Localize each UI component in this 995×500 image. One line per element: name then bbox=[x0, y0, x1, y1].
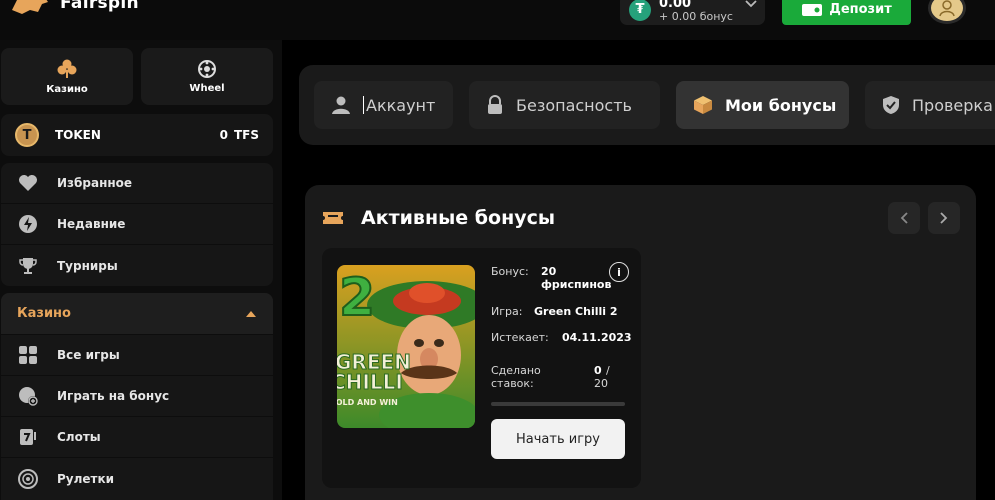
tab-verification-label: Проверка bbox=[912, 95, 993, 115]
tile-wheel[interactable]: Wheel bbox=[141, 48, 273, 105]
chevron-down-icon bbox=[745, 0, 757, 8]
game-label: Игра: bbox=[491, 305, 523, 318]
next-button[interactable] bbox=[928, 202, 960, 234]
heart-icon bbox=[17, 172, 39, 194]
sidebar-item-label: Недавние bbox=[57, 217, 126, 231]
text-cursor bbox=[363, 96, 364, 114]
info-icon[interactable]: i bbox=[609, 262, 629, 282]
bets-label-line1: Сделано bbox=[491, 364, 541, 377]
casino-section-toggle[interactable]: Казино bbox=[1, 293, 273, 335]
thumb-chilli: CHILLI bbox=[337, 370, 403, 394]
token-value: 0 TFS bbox=[220, 128, 259, 142]
tether-icon: ₮ bbox=[629, 0, 651, 21]
bonus-play-icon bbox=[17, 385, 39, 407]
lock-icon bbox=[488, 95, 502, 114]
tab-my-bonuses[interactable]: Мои бонусы bbox=[676, 81, 849, 129]
sidebar-item-label: Слоты bbox=[57, 430, 101, 444]
box-icon bbox=[694, 96, 712, 114]
green-chilli-artwork: 2 GREEN CHILLI HOLD AND WIN bbox=[337, 265, 475, 428]
wallet-icon bbox=[802, 3, 823, 16]
clover-icon bbox=[57, 59, 77, 78]
tile-wheel-label: Wheel bbox=[189, 83, 225, 94]
bonus-card: 2 GREEN CHILLI HOLD AND WIN Бонус: 20 фр… bbox=[322, 248, 641, 488]
tab-account-label: Аккаунт bbox=[366, 95, 436, 115]
chevron-left-icon bbox=[900, 212, 908, 224]
sidebar-item-label: Все игры bbox=[57, 348, 120, 362]
tab-my-bonuses-label: Мои бонусы bbox=[725, 95, 837, 115]
shield-icon bbox=[883, 96, 899, 114]
token-icon: T bbox=[15, 123, 39, 147]
roulette-icon bbox=[17, 468, 39, 490]
logo[interactable]: Fairspin bbox=[8, 0, 139, 16]
chevron-right-icon bbox=[940, 212, 948, 224]
tab-security-label: Безопасность bbox=[516, 95, 632, 115]
panel-header: Активные бонусы bbox=[322, 207, 555, 229]
top-header: Fairspin ₮ 0.00 + 0.00 бонус Депозит bbox=[0, 0, 995, 40]
casino-section-title: Казино bbox=[17, 306, 71, 321]
deposit-button[interactable]: Депозит bbox=[782, 0, 911, 25]
wager-progress-bar bbox=[491, 402, 625, 406]
slots-icon bbox=[17, 426, 39, 448]
sidebar-item-label: Рулетки bbox=[57, 471, 115, 486]
token-name: TOKEN bbox=[55, 128, 101, 142]
quick-links: Избранное Недавние Турниры bbox=[1, 163, 273, 286]
sidebar: Казино Wheel T TOKEN 0 TFS Избранное Неда… bbox=[0, 40, 282, 500]
grid-icon bbox=[17, 344, 39, 366]
wheel-icon bbox=[198, 60, 216, 78]
user-icon bbox=[332, 96, 350, 114]
token-balance[interactable]: T TOKEN 0 TFS bbox=[1, 114, 273, 156]
sidebar-item-slots[interactable]: Слоты bbox=[1, 417, 273, 458]
user-avatar-icon bbox=[939, 0, 955, 17]
game-value: Green Chilli 2 bbox=[534, 305, 618, 318]
balance-amount: 0.00 bbox=[659, 0, 692, 11]
deposit-label: Депозит bbox=[829, 2, 892, 17]
game-thumbnail[interactable]: 2 GREEN CHILLI HOLD AND WIN bbox=[337, 265, 475, 428]
start-game-button[interactable]: Начать игру bbox=[491, 419, 625, 459]
avatar[interactable] bbox=[928, 0, 966, 24]
balance-bonus: + 0.00 бонус bbox=[659, 9, 733, 23]
ticket-icon bbox=[323, 212, 343, 224]
prev-button[interactable] bbox=[888, 202, 920, 234]
trophy-icon bbox=[17, 255, 39, 277]
caret-up-icon bbox=[246, 310, 256, 317]
thumb-number: 2 bbox=[339, 268, 375, 328]
expires-value: 04.11.2023 bbox=[562, 331, 632, 344]
sidebar-item-label: Играть на бонус bbox=[57, 389, 170, 403]
panel-title: Активные бонусы bbox=[361, 207, 556, 229]
bets-total: 20 bbox=[594, 377, 608, 390]
bets-label-line2: ставок: bbox=[491, 377, 534, 390]
sidebar-item-tournaments[interactable]: Турниры bbox=[1, 245, 273, 286]
sidebar-item-roulette[interactable]: Рулетки bbox=[1, 458, 273, 499]
bonus-label: Бонус: bbox=[491, 265, 529, 278]
bets-separator: / bbox=[606, 364, 610, 377]
tab-security[interactable]: Безопасность bbox=[469, 81, 660, 129]
sidebar-item-recent[interactable]: Недавние bbox=[1, 204, 273, 245]
balance-selector[interactable]: ₮ 0.00 + 0.00 бонус bbox=[620, 0, 765, 25]
bonus-value-line1: 20 bbox=[541, 265, 557, 278]
tab-verification[interactable]: Проверка bbox=[865, 81, 995, 129]
sidebar-item-label: Турниры bbox=[57, 258, 118, 273]
tab-account[interactable]: Аккаунт bbox=[314, 81, 453, 129]
lion-logo-icon bbox=[12, 0, 48, 14]
active-bonuses-panel: Активные бонусы 2 GREEN CHILLI OLD AND W… bbox=[305, 185, 976, 500]
bonus-value-line2: фриспинов bbox=[541, 278, 612, 291]
sidebar-item-all-games[interactable]: Все игры bbox=[1, 335, 273, 376]
profile-tabs: Аккаунт Безопасность Мои бонусы Проверка bbox=[299, 65, 995, 145]
bets-done: 0 bbox=[594, 364, 602, 377]
token-amount: 0 bbox=[219, 128, 228, 142]
casino-section: Казино Все игры Играть на бонус Слоты Ру… bbox=[1, 293, 273, 500]
sidebar-item-bonus-play[interactable]: Играть на бонус bbox=[1, 376, 273, 417]
thumb-subtitle: HOLD AND WIN bbox=[337, 398, 398, 407]
bolt-icon bbox=[17, 213, 39, 235]
sidebar-item-label: Избранное bbox=[57, 176, 133, 190]
brand-name: Fairspin bbox=[60, 0, 139, 13]
sidebar-item-favorites[interactable]: Избранное bbox=[1, 163, 273, 204]
expires-label: Истекает: bbox=[491, 331, 549, 344]
tile-casino-label: Казино bbox=[46, 84, 88, 95]
token-unit: TFS bbox=[233, 128, 259, 142]
tile-casino[interactable]: Казино bbox=[1, 48, 133, 105]
